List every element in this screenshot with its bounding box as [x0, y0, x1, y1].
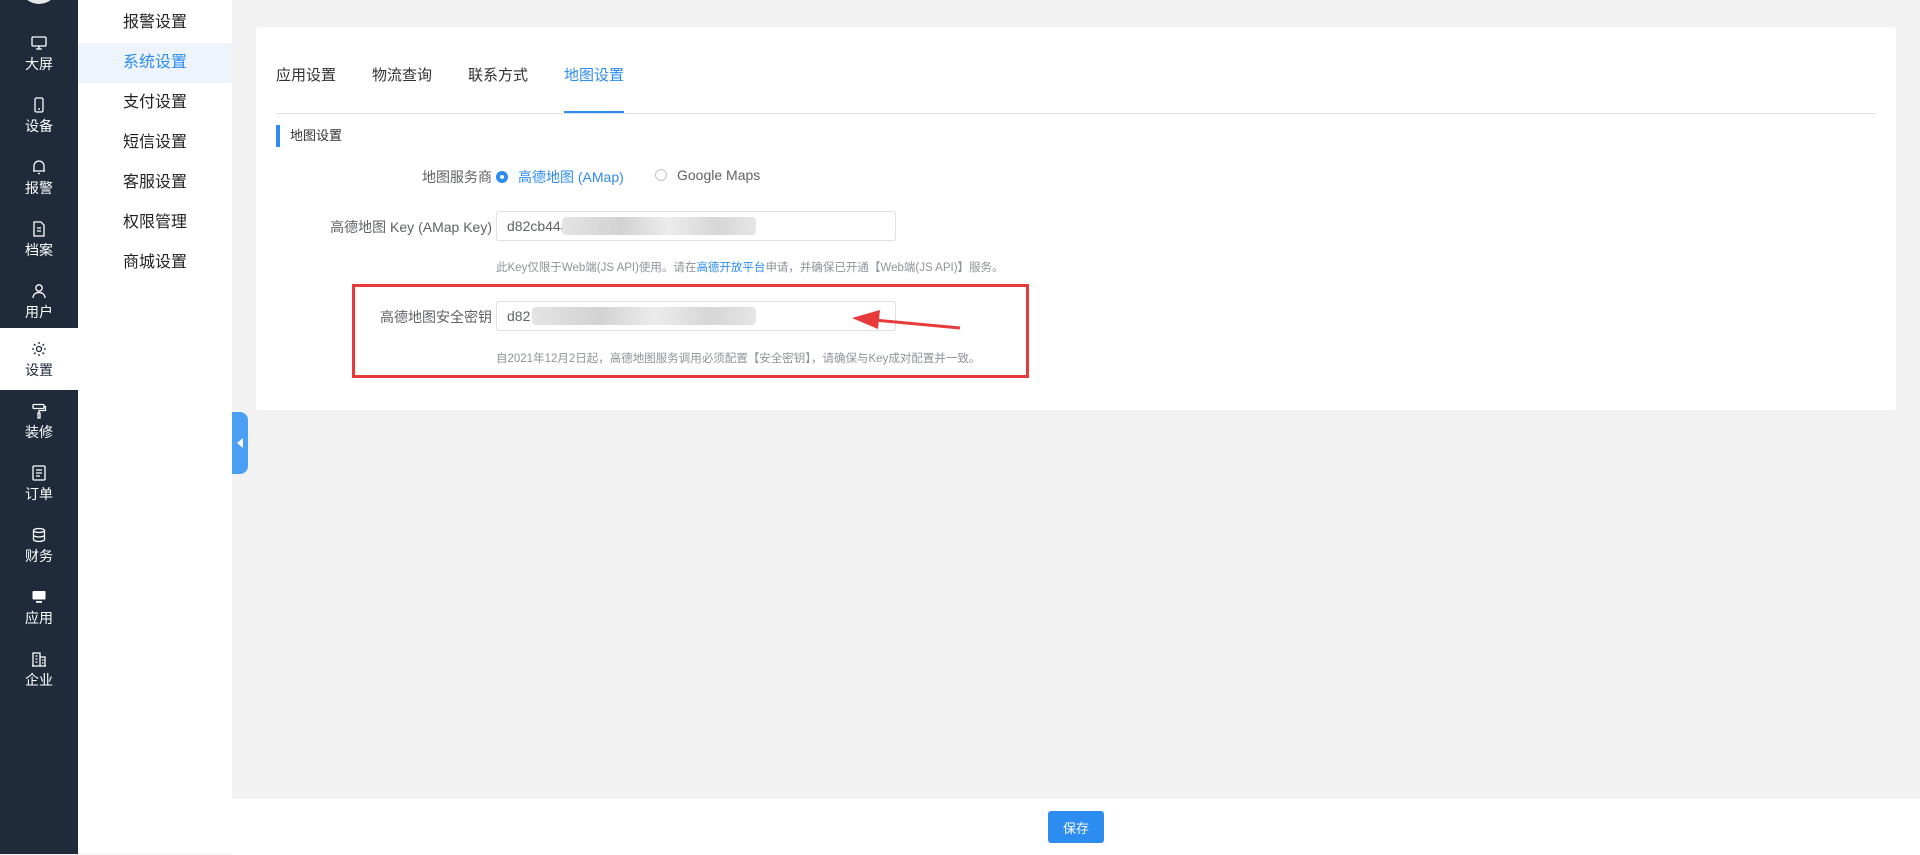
rail-item-archive[interactable]: 档案 — [0, 208, 78, 270]
phone-icon — [34, 97, 44, 113]
rail-label: 档案 — [25, 242, 53, 258]
rail-item-dashboard[interactable]: 大屏 — [0, 22, 78, 84]
rail-label: 设备 — [25, 118, 53, 134]
document-icon — [33, 221, 45, 237]
rail-item-device[interactable]: 设备 — [0, 84, 78, 146]
rail-item-apps[interactable]: 应用 — [0, 576, 78, 638]
rail-item-alarm[interactable]: 报警 — [0, 146, 78, 208]
submenu-item-permission[interactable]: 权限管理 — [78, 203, 232, 243]
tab-logistics[interactable]: 物流查询 — [372, 57, 432, 113]
main-nav-rail: 大屏 设备 报警 档案 用户 设置 装修 订单 财务 应用 企业 — [0, 0, 78, 854]
monitor-icon — [31, 36, 47, 50]
provider-label: 地图服务商 — [422, 169, 492, 185]
user-icon — [32, 284, 46, 299]
rail-label: 财务 — [25, 548, 53, 564]
footer-bar: 保存 — [232, 797, 1920, 855]
tab-app-settings[interactable]: 应用设置 — [276, 57, 336, 113]
submenu-item-service-settings[interactable]: 客服设置 — [78, 163, 232, 203]
rail-label: 订单 — [25, 486, 53, 502]
list-icon — [32, 465, 46, 481]
tab-contact[interactable]: 联系方式 — [468, 57, 528, 113]
hint-text: 申请，并确保已开通【Web端(JS API)】服务。 — [765, 262, 1004, 274]
hint-text: 此Key仅限于Web端(JS API)使用。请在 — [496, 262, 697, 274]
rail-item-enterprise[interactable]: 企业 — [0, 638, 78, 700]
rail-item-user[interactable]: 用户 — [0, 270, 78, 332]
rail-label: 装修 — [25, 424, 53, 440]
rail-label: 用户 — [25, 304, 53, 320]
submenu-item-sms-settings[interactable]: 短信设置 — [78, 123, 232, 163]
chevron-left-icon — [237, 438, 243, 448]
submenu-item-payment-settings[interactable]: 支付设置 — [78, 83, 232, 123]
rail-item-settings[interactable]: 设置 — [0, 328, 78, 390]
logo — [20, 0, 58, 4]
building-icon — [32, 652, 46, 667]
app-monitor-icon — [32, 591, 46, 603]
rail-label: 报警 — [25, 180, 53, 196]
amap-open-platform-link[interactable]: 高德开放平台 — [696, 262, 765, 274]
database-icon — [32, 527, 46, 543]
rail-label: 应用 — [25, 610, 53, 626]
settings-tabs: 应用设置 物流查询 联系方式 地图设置 — [276, 57, 1876, 114]
paint-roller-icon — [32, 403, 47, 419]
save-button[interactable]: 保存 — [1048, 811, 1104, 843]
rail-label: 大屏 — [25, 56, 53, 72]
redacted-mask — [562, 217, 756, 235]
radio-amap[interactable]: 高德地图 (AMap) — [496, 167, 624, 187]
tab-map-settings[interactable]: 地图设置 — [564, 57, 625, 113]
submenu-item-alarm-settings[interactable]: 报警设置 — [78, 3, 232, 43]
collapse-sidebar-button[interactable] — [232, 412, 248, 474]
settings-submenu: 报警设置 系统设置 支付设置 短信设置 客服设置 权限管理 商城设置 — [78, 0, 232, 854]
radio-checked-icon — [496, 171, 508, 183]
rail-item-decoration[interactable]: 装修 — [0, 390, 78, 452]
rail-item-orders[interactable]: 订单 — [0, 452, 78, 514]
submenu-item-mall-settings[interactable]: 商城设置 — [78, 243, 232, 283]
radio-google-maps[interactable]: Google Maps — [655, 167, 760, 183]
submenu-item-system-settings[interactable]: 系统设置 — [78, 43, 232, 83]
annotation-arrow-icon — [852, 310, 961, 330]
rail-label: 设置 — [25, 362, 53, 378]
bell-icon — [33, 160, 45, 175]
radio-amap-label: 高德地图 (AMap) — [518, 169, 624, 185]
radio-unchecked-icon — [655, 169, 667, 181]
section-title: 地图设置 — [276, 125, 342, 147]
radio-google-label: Google Maps — [677, 167, 761, 183]
rail-item-finance[interactable]: 财务 — [0, 514, 78, 576]
rail-label: 企业 — [25, 672, 53, 688]
gear-icon — [32, 342, 46, 356]
amap-key-hint: 此Key仅限于Web端(JS API)使用。请在高德开放平台申请，并确保已开通【… — [496, 259, 1004, 275]
amap-key-label: 高德地图 Key (AMap Key) — [330, 219, 492, 235]
